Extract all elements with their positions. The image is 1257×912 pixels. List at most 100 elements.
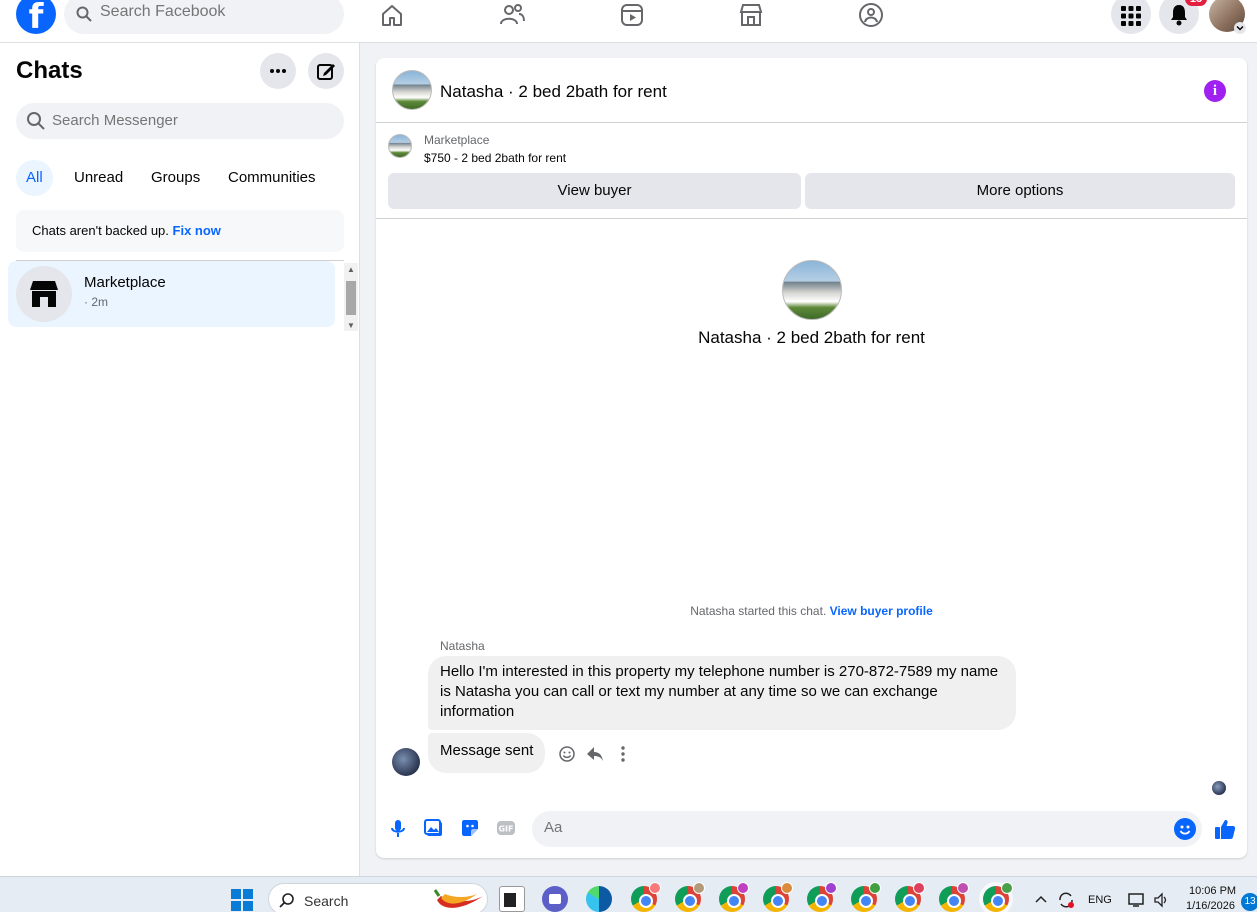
chat-started-notice: Natasha started this chat. View buyer pr…: [376, 604, 1247, 618]
message-bubble[interactable]: Hello I'm interested in this property my…: [428, 656, 1016, 730]
clock-time[interactable]: 10:06 PM: [1189, 885, 1236, 897]
reply-icon[interactable]: [585, 744, 605, 764]
notification-center-badge[interactable]: 13: [1241, 893, 1257, 911]
thumbs-up-icon[interactable]: [1214, 818, 1236, 840]
scroll-up-arrow[interactable]: ▲: [347, 265, 355, 274]
chat-name: Marketplace: [84, 274, 166, 291]
view-buyer-button[interactable]: View buyer: [388, 173, 801, 209]
listing-avatar[interactable]: [392, 70, 432, 110]
chevron-down-icon[interactable]: [1234, 22, 1246, 34]
volume-icon[interactable]: [1153, 892, 1169, 908]
chat-time: · 2m: [84, 295, 108, 309]
listing-price-title[interactable]: $750 - 2 bed 2bath for rent: [424, 151, 566, 165]
taskbar-search[interactable]: Search: [268, 883, 488, 912]
filter-groups[interactable]: Groups: [141, 160, 210, 196]
home-icon[interactable]: [379, 2, 405, 28]
search-icon: [27, 112, 45, 130]
message-bubble[interactable]: Message sent: [428, 733, 546, 773]
marketplace-avatar: [16, 266, 72, 322]
teams-chat-icon[interactable]: [542, 886, 568, 912]
menu-button[interactable]: [1111, 0, 1151, 34]
search-icon: [76, 6, 92, 22]
groups-icon[interactable]: [858, 2, 884, 28]
seen-indicator-avatar: [1212, 781, 1226, 795]
search-icon: [279, 893, 294, 908]
more-horizontal-icon: [270, 69, 286, 73]
friends-icon[interactable]: [499, 2, 525, 28]
edge-browser-icon[interactable]: [586, 886, 612, 912]
message-input[interactable]: [544, 819, 1144, 836]
microphone-icon[interactable]: [388, 818, 408, 838]
conversation-title[interactable]: Natasha · 2 bed 2bath for rent: [440, 82, 667, 102]
filter-unread[interactable]: Unread: [64, 160, 133, 196]
messenger-search-input[interactable]: [52, 112, 322, 129]
taskbar-search-label: Search: [304, 893, 349, 909]
task-view-icon[interactable]: [499, 886, 525, 912]
chrome-profile-icon[interactable]: [763, 882, 793, 912]
emoji-icon[interactable]: [1174, 818, 1196, 840]
chrome-browser-icon[interactable]: [631, 882, 661, 912]
chrome-active-icon[interactable]: [983, 882, 1013, 912]
gif-icon[interactable]: GIF: [496, 818, 516, 838]
bell-icon: [1171, 5, 1187, 26]
view-buyer-profile-link[interactable]: View buyer profile: [830, 604, 933, 618]
video-icon[interactable]: [619, 2, 645, 28]
scroll-down-arrow[interactable]: ▼: [347, 321, 355, 330]
chat-list-scrollbar[interactable]: ▲ ▼: [344, 263, 358, 331]
windows-taskbar: Search ENG 10:06 PM 1/16/2026 13: [0, 876, 1257, 912]
react-icon[interactable]: [557, 744, 577, 764]
marketplace-icon[interactable]: [738, 2, 764, 28]
messenger-search-box[interactable]: [16, 103, 344, 139]
top-navigation-bar: f 13: [0, 0, 1257, 43]
sender-avatar[interactable]: [392, 748, 420, 776]
facebook-search-input[interactable]: [100, 3, 330, 21]
chats-title: Chats: [16, 57, 83, 84]
chrome-profile-icon[interactable]: [675, 882, 705, 912]
facebook-logo[interactable]: f: [16, 0, 56, 34]
fix-now-link[interactable]: Fix now: [173, 223, 221, 238]
chili-peppers-icon: [433, 889, 483, 908]
svg-text:GIF: GIF: [498, 825, 513, 834]
sender-name: Natasha: [440, 639, 485, 653]
language-indicator[interactable]: ENG: [1088, 894, 1112, 906]
listing-thumbnail: [388, 134, 412, 158]
store-icon: [30, 281, 58, 307]
chats-sidebar: Chats All Unread Groups Communities Chat…: [0, 43, 360, 876]
new-message-button[interactable]: [308, 53, 344, 89]
sticker-icon[interactable]: [460, 818, 480, 838]
chrome-profile-icon[interactable]: [939, 882, 969, 912]
message-composer[interactable]: [532, 811, 1202, 847]
chevron-up-icon[interactable]: [1034, 893, 1048, 907]
chat-item-marketplace[interactable]: Marketplace · 2m: [8, 261, 335, 327]
conversation-panel: Natasha · 2 bed 2bath for rent i Marketp…: [376, 58, 1247, 858]
windows-start-icon[interactable]: [231, 889, 253, 911]
scroll-thumb[interactable]: [346, 281, 356, 315]
chrome-profile-icon[interactable]: [895, 882, 925, 912]
conversation-header: Natasha · 2 bed 2bath for rent i: [376, 58, 1247, 123]
chat-options-button[interactable]: [260, 53, 296, 89]
clock-date[interactable]: 1/16/2026: [1186, 900, 1235, 912]
info-icon[interactable]: i: [1204, 80, 1226, 102]
chrome-profile-icon[interactable]: [719, 882, 749, 912]
marketplace-label: Marketplace: [424, 133, 490, 147]
notification-badge: 13: [1185, 0, 1207, 6]
profile-title: Natasha · 2 bed 2bath for rent: [698, 328, 925, 347]
backup-text: Chats aren't backed up.: [32, 223, 169, 238]
photo-icon[interactable]: [424, 818, 444, 838]
sync-icon[interactable]: [1057, 891, 1075, 909]
facebook-search-box[interactable]: [64, 0, 344, 34]
smiley-icon: [1179, 825, 1191, 835]
grid-menu-icon: [1121, 6, 1141, 26]
more-options-button[interactable]: More options: [805, 173, 1235, 209]
more-vertical-icon[interactable]: [613, 744, 633, 764]
backup-notice: Chats aren't backed up. Fix now: [16, 210, 344, 252]
chat-started-text: Natasha started this chat.: [690, 604, 827, 618]
profile-avatar[interactable]: [782, 260, 842, 320]
filter-communities[interactable]: Communities: [218, 160, 326, 196]
filter-all[interactable]: All: [16, 160, 53, 196]
divider: [376, 218, 1247, 219]
chrome-profile-icon[interactable]: [851, 882, 881, 912]
network-icon[interactable]: [1128, 892, 1146, 908]
compose-icon: [317, 64, 335, 80]
chrome-profile-icon[interactable]: [807, 882, 837, 912]
